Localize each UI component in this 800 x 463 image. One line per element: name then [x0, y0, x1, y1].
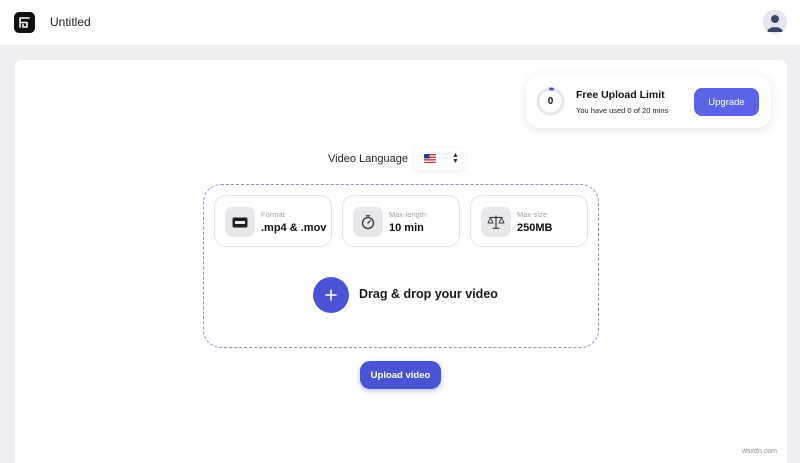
upgrade-button[interactable]: Upgrade [694, 88, 759, 116]
limit-subtitle: You have used 0 of 20 mins [576, 106, 669, 115]
spec-max-length: Max-length 10 min [342, 195, 460, 247]
spec-value: 10 min [389, 222, 424, 234]
select-caret-icon: ▲ ▼ [452, 152, 459, 165]
spec-label: Format [261, 210, 285, 219]
us-flag-icon [424, 154, 436, 163]
video-language-label: Video Language [328, 153, 408, 165]
spec-value: .mp4 & .mov [261, 222, 327, 234]
dropzone-text: Drag & drop your video [359, 287, 498, 301]
usage-count: 0 [547, 96, 554, 107]
add-video-button[interactable] [313, 277, 349, 313]
user-avatar-icon[interactable] [763, 10, 787, 34]
app-logo-icon[interactable] [14, 12, 35, 33]
spec-format: Format .mp4 & .mov [214, 195, 332, 247]
upload-limit-card: 0 Free Upload Limit You have used 0 of 2… [526, 75, 771, 128]
document-title[interactable]: Untitled [50, 15, 91, 29]
spec-label: Max-size [517, 210, 548, 219]
spec-max-size: Max-size 250MB [470, 195, 588, 247]
upload-video-button[interactable]: Upload video [360, 361, 441, 389]
video-language-select[interactable]: ▲ ▼ [414, 148, 465, 170]
watermark-text: wsxdn.com [742, 448, 778, 455]
stopwatch-icon [353, 207, 383, 237]
scale-icon [481, 207, 511, 237]
spec-value: 250MB [517, 222, 553, 234]
spec-label: Max-length [389, 210, 427, 219]
film-icon [225, 207, 255, 237]
limit-title: Free Upload Limit [576, 89, 665, 101]
top-bar: Untitled [0, 0, 800, 45]
plus-icon [325, 289, 337, 301]
